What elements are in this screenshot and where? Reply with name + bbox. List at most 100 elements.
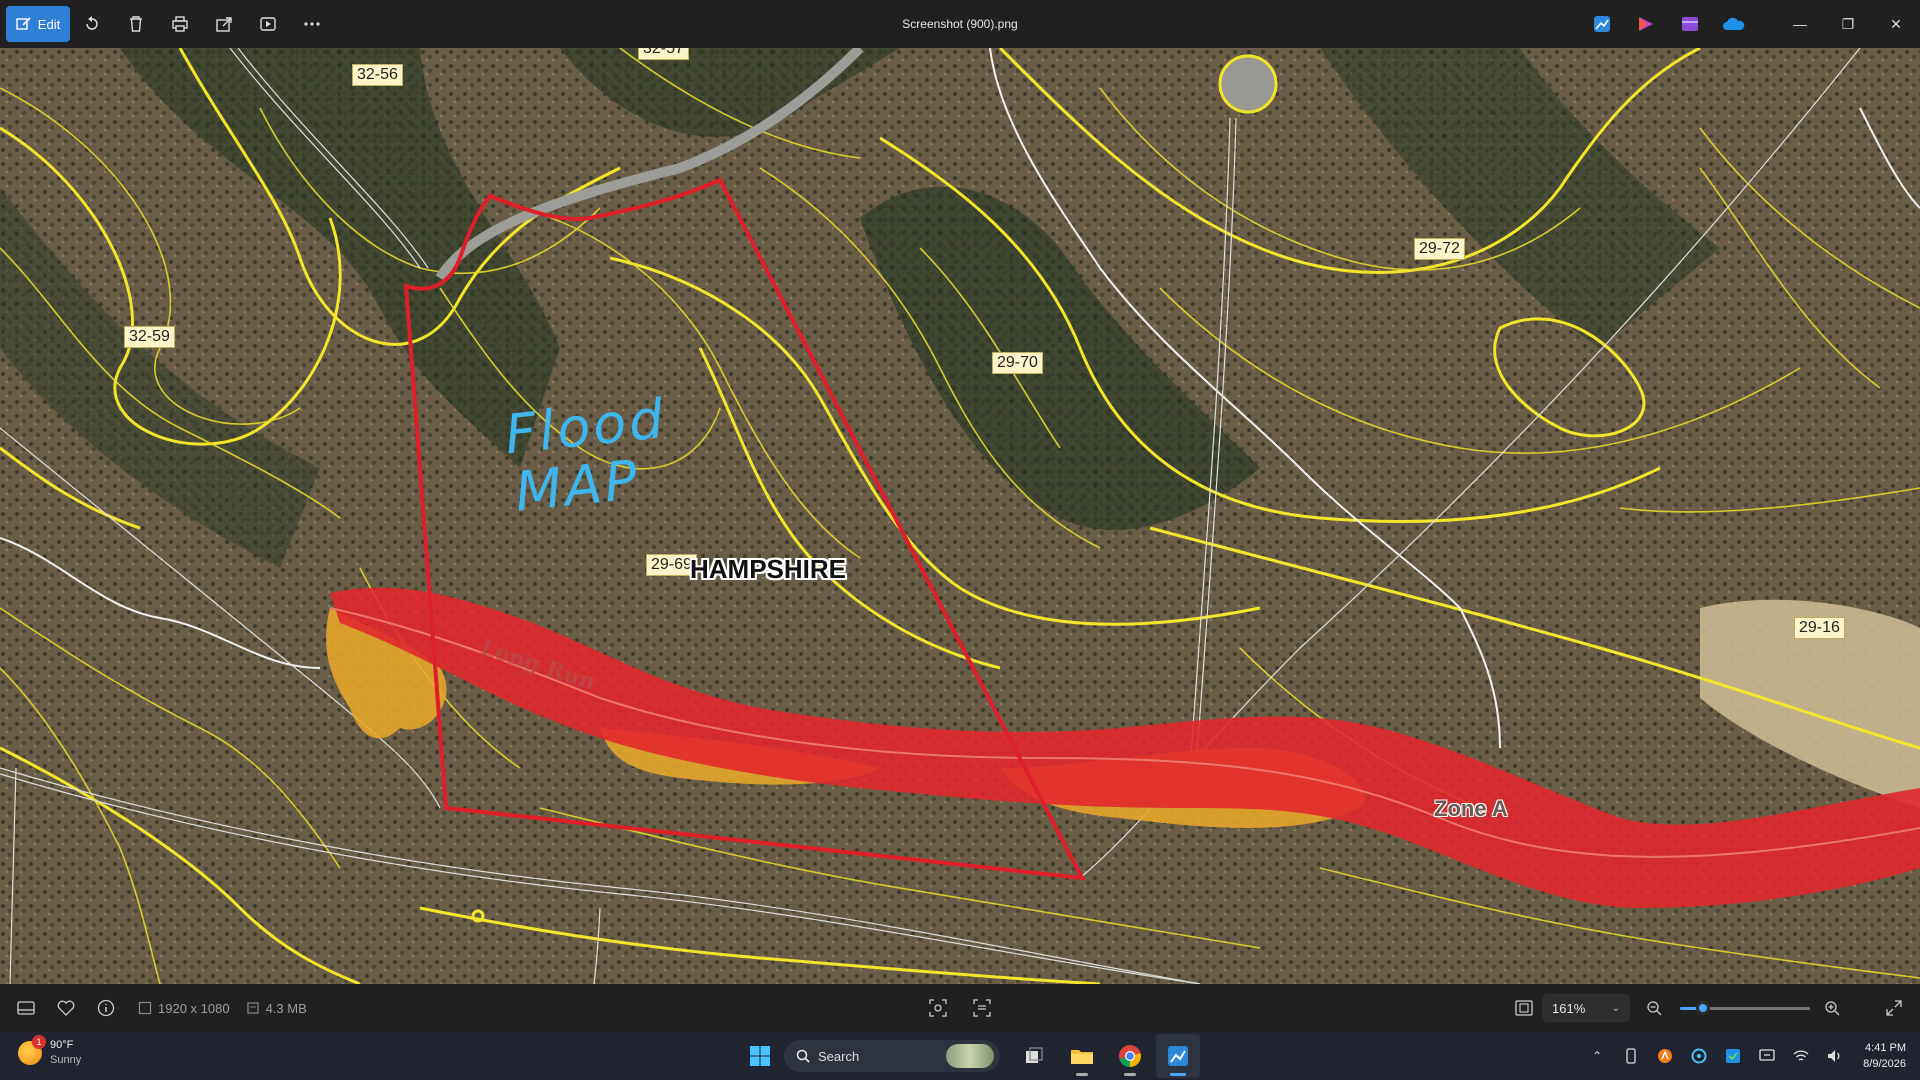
parcel-label-29-72: 29-72 (1414, 238, 1465, 260)
file-info-button[interactable] (86, 984, 126, 1032)
photos-app-icon (1594, 16, 1610, 32)
edit-button[interactable]: Edit (6, 6, 70, 42)
share-button[interactable] (202, 6, 246, 42)
filmstrip-icon (17, 1001, 35, 1015)
display-tray-button[interactable] (1751, 1032, 1783, 1080)
task-view-button[interactable] (1012, 1034, 1056, 1078)
chrome-button[interactable] (1108, 1034, 1152, 1078)
zone-a-label: Zone A (1434, 796, 1508, 821)
minimize-button[interactable]: — (1776, 0, 1824, 48)
clock-time: 4:41 PM (1865, 1042, 1906, 1054)
text-scan-icon (973, 999, 991, 1017)
visual-search-icon (929, 999, 947, 1017)
wifi-button[interactable] (1785, 1032, 1817, 1080)
search-icon (796, 1049, 810, 1063)
full-screen-button[interactable] (1874, 984, 1914, 1032)
title-bar: Edit Screenshot (900).png — ❐ ✕ (0, 0, 1920, 48)
volume-button[interactable] (1819, 1032, 1851, 1080)
security-tray-button[interactable] (1717, 1032, 1749, 1080)
zoom-slider-thumb[interactable] (1696, 1001, 1711, 1015)
image-dimensions: 1920 x 1080 (138, 1001, 230, 1016)
dimensions-icon (138, 1001, 152, 1015)
windows-logo-icon (750, 1046, 770, 1066)
avast-tray-button[interactable] (1649, 1032, 1681, 1080)
chrome-icon (1119, 1045, 1141, 1067)
image-info-bar: 1920 x 1080 4.3 MB 161% ⌄ (0, 984, 1920, 1032)
running-indicator (1170, 1073, 1186, 1076)
chevron-up-icon: ⌃ (1592, 1049, 1603, 1063)
clipchamp-app-button[interactable] (1668, 0, 1712, 48)
clock-date: 8/9/2026 (1863, 1058, 1906, 1070)
zoom-level-text: 161% (1552, 1000, 1586, 1016)
designer-app-button[interactable] (1624, 0, 1668, 48)
show-hidden-icons-button[interactable]: ⌃ (1581, 1032, 1613, 1080)
heart-icon (57, 1000, 75, 1016)
task-view-icon (1026, 1047, 1043, 1063)
map-image (0, 48, 1920, 984)
window-title: Screenshot (900).png (902, 17, 1018, 31)
parcel-label-29-16: 29-16 (1794, 617, 1845, 639)
place-label: HAMPSHIRE (690, 554, 847, 584)
file-explorer-button[interactable] (1060, 1034, 1104, 1078)
monitor-icon (1759, 1049, 1775, 1061)
image-viewer-canvas[interactable]: 32-56 32-57 32-59 29-72 29-70 29-69 29-1… (0, 48, 1920, 984)
more-icon (304, 22, 320, 26)
sun-icon: 1 (18, 1035, 46, 1065)
rotate-button[interactable] (70, 6, 114, 42)
slideshow-button[interactable] (246, 6, 290, 42)
zoom-out-button[interactable] (1634, 984, 1674, 1032)
dimensions-text: 1920 x 1080 (158, 1000, 230, 1016)
clipchamp-app-icon (1682, 17, 1698, 31)
more-button[interactable] (290, 6, 334, 42)
weather-badge: 1 (32, 1035, 46, 1049)
maximize-button[interactable]: ❐ (1824, 0, 1872, 48)
text-scan-button[interactable] (962, 984, 1002, 1032)
onedrive-button[interactable] (1712, 0, 1756, 48)
photos-app-window: Edit Screenshot (900).png — ❐ ✕ 32-56 32… (0, 0, 1920, 1080)
delete-icon (130, 16, 142, 32)
parcel-label-32-56: 32-56 (352, 64, 403, 86)
photos-app-button[interactable] (1580, 0, 1624, 48)
rotate-icon (86, 16, 98, 30)
search-highlight-image (946, 1044, 994, 1068)
info-icon (97, 999, 115, 1017)
weather-widget[interactable]: 1 90°F Sunny (18, 1035, 81, 1068)
system-clock[interactable]: 4:41 PM 8/9/2026 (1853, 1040, 1920, 1072)
circle-app-icon (1691, 1048, 1707, 1064)
print-button[interactable] (158, 6, 202, 42)
filmstrip-button[interactable] (6, 984, 46, 1032)
start-button[interactable] (740, 1036, 780, 1076)
favorite-button[interactable] (46, 984, 86, 1032)
photos-taskbar-button[interactable] (1156, 1034, 1200, 1078)
app-tray-button[interactable] (1683, 1032, 1715, 1080)
close-button[interactable]: ✕ (1872, 0, 1920, 48)
windows-taskbar: 1 90°F Sunny Search ⌃ 4:41 PM 8/9/2026 (0, 1032, 1920, 1080)
fit-window-icon (1515, 1000, 1533, 1016)
wifi-icon (1793, 1050, 1809, 1061)
shield-icon (1726, 1049, 1741, 1063)
restore-icon: ❐ (1841, 15, 1855, 32)
zoom-level-dropdown[interactable]: 161% ⌄ (1542, 994, 1630, 1022)
slideshow-icon (260, 17, 276, 31)
delete-button[interactable] (114, 6, 158, 42)
share-icon (216, 17, 232, 32)
close-icon: ✕ (1890, 15, 1902, 32)
parcel-label-32-57: 32-57 (638, 48, 689, 60)
photos-app-icon (1168, 1046, 1188, 1066)
taskbar-search[interactable]: Search (784, 1040, 1000, 1072)
parcel-label-32-59: 32-59 (124, 326, 175, 348)
chevron-down-icon: ⌄ (1611, 1002, 1620, 1014)
usb-tray-button[interactable] (1615, 1032, 1647, 1080)
file-size-text: 4.3 MB (265, 1000, 307, 1016)
weather-temperature: 90°F (50, 1039, 74, 1051)
zoom-slider[interactable] (1680, 1001, 1810, 1015)
file-size-icon (246, 1002, 259, 1014)
print-icon (172, 16, 188, 32)
zoom-in-button[interactable] (1812, 984, 1852, 1032)
visual-search-button[interactable] (918, 984, 958, 1032)
fit-to-window-button[interactable] (1504, 984, 1544, 1032)
usb-device-icon (1626, 1048, 1636, 1064)
edit-icon (16, 17, 31, 30)
zoom-in-icon (1825, 1001, 1840, 1016)
handwritten-note: Flood MAP (502, 387, 675, 524)
